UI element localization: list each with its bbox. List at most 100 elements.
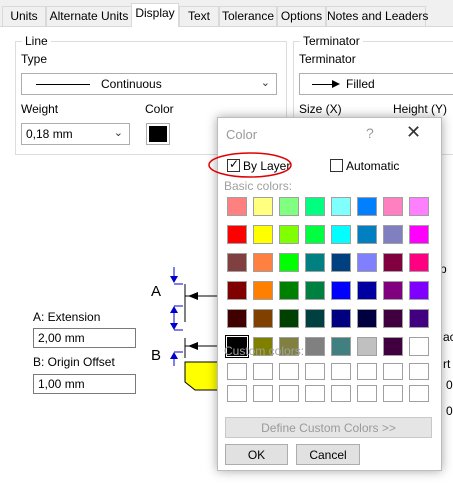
help-icon[interactable]: ? <box>366 125 374 141</box>
weight-value: 0,18 mm <box>26 127 73 141</box>
color-swatch[interactable] <box>279 281 299 300</box>
custom-color-swatch[interactable] <box>409 363 429 380</box>
tab-text[interactable]: Text <box>179 6 219 26</box>
tab-display[interactable]: Display <box>131 3 179 27</box>
color-swatch[interactable] <box>305 337 325 356</box>
marker-b: B <box>151 347 162 364</box>
color-swatch[interactable] <box>305 253 325 272</box>
color-label: Color <box>145 102 174 116</box>
color-swatch[interactable] <box>305 309 325 328</box>
partial-label-5: 0 m <box>446 404 453 418</box>
color-swatch[interactable] <box>357 253 377 272</box>
partial-label-4: 0 m <box>446 378 453 392</box>
origin-offset-input[interactable]: 1,00 mm <box>33 374 136 394</box>
color-swatch[interactable] <box>279 225 299 244</box>
cancel-button[interactable]: Cancel <box>296 444 360 465</box>
line-type-dropdown[interactable]: Continuous ⌄ <box>21 73 277 95</box>
line-color-swatch <box>149 126 167 142</box>
annotation-circle <box>208 152 292 178</box>
color-swatch[interactable] <box>305 197 325 216</box>
color-swatch[interactable] <box>305 225 325 244</box>
color-swatch[interactable] <box>305 281 325 300</box>
color-swatch[interactable] <box>331 197 351 216</box>
ok-button[interactable]: OK <box>225 444 288 465</box>
color-swatch[interactable] <box>409 309 429 328</box>
custom-color-swatch[interactable] <box>305 363 325 380</box>
color-swatch[interactable] <box>383 197 403 216</box>
color-swatch[interactable] <box>357 225 377 244</box>
extension-input[interactable]: 2,00 mm <box>33 328 136 348</box>
tab-options[interactable]: Options <box>277 6 326 26</box>
color-swatch[interactable] <box>279 197 299 216</box>
color-swatch[interactable] <box>227 197 247 216</box>
custom-color-swatch[interactable] <box>253 363 273 380</box>
line-type-label: Type <box>21 52 48 66</box>
custom-color-swatch[interactable] <box>331 363 351 380</box>
partial-label-2: aci <box>443 330 453 344</box>
custom-color-swatch[interactable] <box>357 363 377 380</box>
custom-color-swatch[interactable] <box>279 385 299 402</box>
color-swatch[interactable] <box>357 337 377 356</box>
custom-color-swatch[interactable] <box>279 363 299 380</box>
chevron-down-icon: ⌄ <box>113 127 123 139</box>
custom-color-swatch[interactable] <box>331 385 351 402</box>
color-swatch[interactable] <box>383 309 403 328</box>
color-swatch[interactable] <box>227 253 247 272</box>
custom-color-swatch[interactable] <box>383 363 403 380</box>
color-swatch[interactable] <box>409 281 429 300</box>
chevron-down-icon: ⌄ <box>260 77 270 89</box>
color-swatch[interactable] <box>253 281 273 300</box>
terminator-dropdown[interactable]: Filled <box>299 73 453 95</box>
custom-color-swatch[interactable] <box>305 385 325 402</box>
tab-notes-and-leaders[interactable]: Notes and Leaders <box>326 6 428 26</box>
color-swatch[interactable] <box>227 281 247 300</box>
color-swatch[interactable] <box>253 253 273 272</box>
tab-tolerance[interactable]: Tolerance <box>219 6 277 26</box>
color-dialog: Color ? ✕ ✓ By Layer Automatic Basic col… <box>208 117 442 471</box>
color-swatch[interactable] <box>279 309 299 328</box>
color-swatch[interactable] <box>409 197 429 216</box>
color-swatch[interactable] <box>253 309 273 328</box>
custom-color-swatch[interactable] <box>383 385 403 402</box>
line-color-button[interactable] <box>146 123 170 145</box>
custom-color-swatch[interactable] <box>227 363 247 380</box>
color-swatch[interactable] <box>357 309 377 328</box>
custom-color-swatch[interactable] <box>253 385 273 402</box>
color-swatch[interactable] <box>227 309 247 328</box>
color-swatch[interactable] <box>331 281 351 300</box>
tab-units[interactable]: Units <box>2 6 46 26</box>
color-swatch[interactable] <box>331 309 351 328</box>
automatic-label: Automatic <box>346 159 400 173</box>
color-swatch[interactable] <box>253 225 273 244</box>
color-swatch[interactable] <box>331 253 351 272</box>
color-swatch[interactable] <box>409 337 429 356</box>
custom-color-swatch[interactable] <box>357 385 377 402</box>
origin-offset-label: B: Origin Offset <box>33 355 115 369</box>
automatic-checkbox[interactable] <box>330 159 343 172</box>
tab-bar: Units Alternate Units Display Text Toler… <box>0 0 453 27</box>
color-swatch[interactable] <box>253 197 273 216</box>
color-swatch[interactable] <box>357 197 377 216</box>
color-swatch[interactable] <box>279 253 299 272</box>
marker-a: A <box>151 283 162 300</box>
define-custom-colors-button[interactable]: Define Custom Colors >> <box>225 417 432 438</box>
weight-label: Weight <box>21 102 59 116</box>
color-swatch[interactable] <box>227 225 247 244</box>
color-swatch[interactable] <box>383 281 403 300</box>
weight-dropdown[interactable]: 0,18 mm ⌄ <box>21 123 130 145</box>
custom-color-swatch[interactable] <box>409 385 429 402</box>
close-icon[interactable]: ✕ <box>406 122 421 143</box>
color-swatch[interactable] <box>383 337 403 356</box>
color-swatch[interactable] <box>409 225 429 244</box>
color-swatch[interactable] <box>409 253 429 272</box>
custom-color-swatch[interactable] <box>227 385 247 402</box>
color-swatch[interactable] <box>383 253 403 272</box>
color-swatch[interactable] <box>331 225 351 244</box>
line-type-value: Continuous <box>101 77 162 91</box>
terminator-value: Filled <box>346 77 375 91</box>
color-swatch[interactable] <box>331 337 351 356</box>
color-swatch[interactable] <box>383 225 403 244</box>
tab-alternate-units[interactable]: Alternate Units <box>46 6 132 26</box>
filled-arrow-icon <box>332 80 340 88</box>
color-swatch[interactable] <box>357 281 377 300</box>
